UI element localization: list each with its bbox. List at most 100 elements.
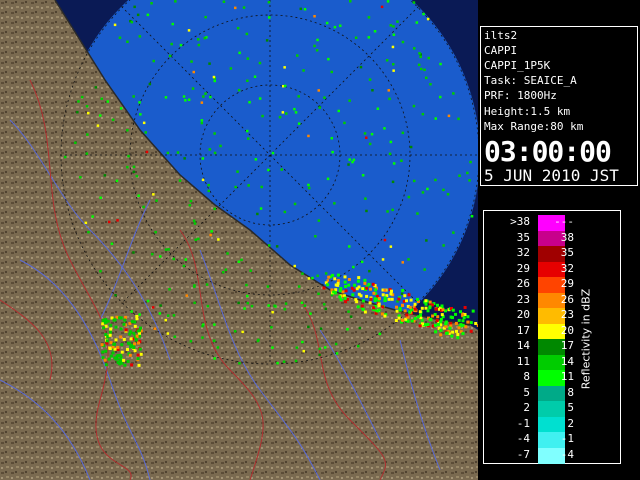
echo-pixel — [334, 283, 338, 287]
echo-pixel — [284, 302, 288, 305]
echo-pixel — [119, 335, 123, 339]
echo-pixel — [344, 289, 348, 293]
echo-pixel — [127, 341, 131, 345]
echo-pixel — [189, 340, 193, 343]
echo-pixel — [164, 96, 168, 99]
echo-pixel — [259, 207, 263, 210]
echo-pixel — [381, 293, 385, 297]
echo-pixel — [449, 315, 453, 319]
echo-pixel — [126, 40, 129, 43]
echo-pixel — [318, 106, 321, 109]
echo-pixel — [138, 101, 141, 104]
echo-pixel — [293, 107, 296, 111]
echo-pixel — [237, 88, 241, 92]
echo-pixel — [85, 105, 89, 108]
echo-pixel — [189, 199, 193, 203]
echo-pixel — [365, 286, 369, 290]
legend-upper-bound: 5 — [567, 401, 574, 414]
echo-pixel — [439, 95, 442, 99]
echo-pixel — [118, 36, 122, 39]
echo-pixel — [126, 348, 129, 351]
legend-upper-bound: 29 — [560, 277, 574, 290]
echo-pixel — [76, 110, 79, 114]
echo-pixel — [297, 122, 301, 125]
echo-pixel — [303, 304, 307, 307]
echo-pixel — [213, 132, 216, 135]
echo-pixel — [273, 304, 276, 307]
echo-pixel — [307, 134, 310, 138]
echo-pixel — [193, 222, 197, 225]
height-label: Height:1.5 km — [484, 105, 571, 118]
echo-pixel — [213, 357, 216, 360]
echo-pixel — [426, 309, 430, 313]
echo-pixel — [380, 5, 384, 9]
echo-pixel — [271, 346, 274, 349]
echo-pixel — [113, 23, 117, 27]
echo-pixel — [369, 297, 373, 301]
echo-pixel — [422, 12, 425, 16]
echo-pixel — [391, 180, 395, 184]
echo-pixel — [376, 107, 380, 110]
echo-pixel — [108, 330, 112, 334]
echo-pixel — [389, 140, 393, 144]
radar-map[interactable] — [0, 0, 478, 480]
echo-pixel — [398, 308, 402, 312]
echo-pixel — [347, 163, 350, 166]
echo-pixel — [116, 219, 119, 222]
echo-pixel — [166, 151, 170, 155]
echo-pixel — [122, 322, 126, 326]
legend-upper-bound: 23 — [560, 308, 574, 321]
prf-label: PRF: 1800Hz — [484, 89, 557, 102]
echo-pixel — [316, 38, 319, 42]
legend-upper-bound: -1 — [560, 432, 574, 445]
echo-pixel — [368, 78, 372, 81]
echo-pixel — [193, 301, 196, 305]
echo-pixel — [126, 165, 129, 169]
echo-pixel — [423, 68, 426, 72]
echo-pixel — [418, 52, 421, 55]
echo-pixel — [381, 305, 385, 309]
legend-lower-bound: -7 — [516, 447, 530, 461]
echo-pixel — [392, 33, 396, 36]
echo-pixel — [132, 95, 135, 98]
echo-pixel — [334, 342, 338, 346]
echo-pixel — [294, 359, 298, 363]
echo-pixel — [416, 212, 419, 215]
echo-pixel — [456, 336, 460, 340]
legend-lower-bound: -4 — [516, 432, 530, 445]
echo-pixel — [374, 288, 378, 292]
echo-pixel — [254, 158, 258, 161]
echo-pixel — [346, 328, 349, 331]
echo-pixel — [357, 292, 361, 296]
echo-pixel — [192, 219, 196, 223]
echo-pixel — [407, 258, 410, 261]
echo-pixel — [118, 316, 122, 320]
echo-pixel — [132, 170, 136, 174]
echo-pixel — [463, 306, 467, 309]
echo-pixel — [207, 189, 210, 193]
echo-pixel — [303, 8, 307, 11]
echo-pixel — [138, 313, 141, 316]
echo-pixel — [142, 121, 146, 125]
echo-pixel — [332, 290, 336, 294]
echo-pixel — [100, 97, 103, 100]
echo-pixel — [341, 290, 345, 294]
echo-pixel — [243, 307, 246, 310]
echo-pixel — [217, 238, 220, 241]
echo-pixel — [433, 323, 437, 327]
echo-pixel — [424, 306, 428, 310]
legend-lower-bound: 2 — [523, 401, 530, 414]
echo-pixel — [136, 357, 140, 361]
echo-pixel — [275, 245, 279, 248]
echo-pixel — [372, 291, 376, 295]
echo-pixel — [108, 333, 112, 337]
echo-pixel — [96, 124, 100, 127]
echo-pixel — [395, 305, 398, 309]
echo-pixel — [348, 99, 351, 102]
echo-pixel — [119, 358, 123, 362]
echo-pixel — [317, 292, 320, 295]
echo-pixel — [323, 96, 326, 99]
echo-pixel — [339, 298, 343, 302]
echo-pixel — [347, 283, 351, 287]
echo-pixel — [182, 264, 186, 268]
